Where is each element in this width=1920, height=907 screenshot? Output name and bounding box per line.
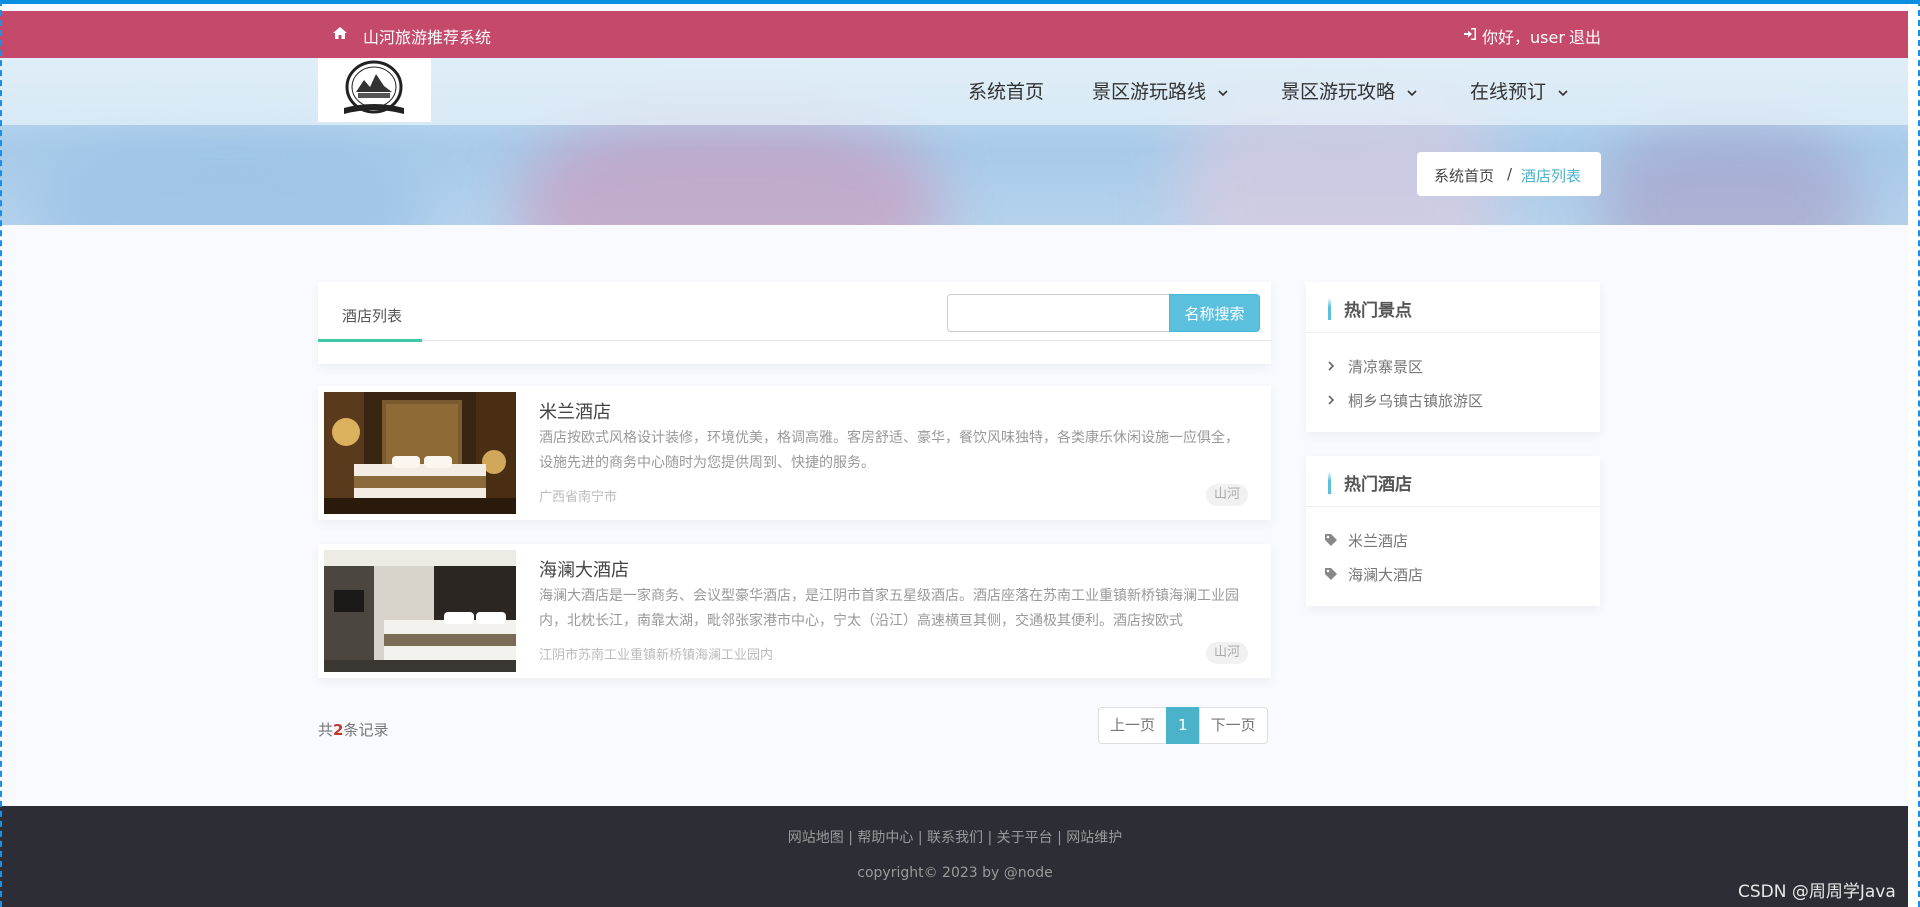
footer-link-maintenance[interactable]: 网站维护 <box>1066 830 1122 846</box>
footer-link-about[interactable]: 关于平台 <box>997 830 1053 846</box>
page-number-button[interactable]: 1 <box>1166 707 1200 744</box>
footer: 网站地图 | 帮助中心 | 联系我们 | 关于平台 | 网站维护 copyrig… <box>0 806 1910 907</box>
hotel-name[interactable]: 海澜大酒店 <box>539 556 629 582</box>
panel-title: 热门酒店 <box>1344 475 1412 495</box>
nav-item-label: 系统首页 <box>968 81 1045 103</box>
hot-spot-label: 清凉寨景区 <box>1348 358 1424 376</box>
footer-link-sitemap[interactable]: 网站地图 <box>788 830 844 846</box>
breadcrumb-home[interactable]: 系统首页 <box>1434 165 1494 186</box>
record-count-suffix: 条记录 <box>343 721 389 739</box>
chevron-down-icon <box>1218 89 1228 96</box>
footer-link-contact[interactable]: 联系我们 <box>927 830 983 846</box>
title-accent-bar <box>1328 298 1331 320</box>
nav-strip <box>0 58 1910 125</box>
hot-spot-label: 桐乡乌镇古镇旅游区 <box>1348 392 1484 410</box>
title-accent-bar <box>1328 472 1331 494</box>
hot-hotel-label: 海澜大酒店 <box>1348 566 1424 584</box>
nav-item-label: 在线预订 <box>1470 81 1547 103</box>
divider <box>1306 332 1600 333</box>
hotel-card[interactable]: 米兰酒店 酒店按欧式风格设计装修，环境优美，格调高雅。客房舒适、豪华，餐饮风味独… <box>318 386 1271 520</box>
breadcrumb-separator: / <box>1507 165 1513 183</box>
tab-label: 酒店列表 <box>342 307 403 325</box>
watermark-text: CSDN @周周学Java <box>1738 882 1896 902</box>
hotel-address: 江阴市苏南工业重镇新桥镇海澜工业园内 <box>539 648 774 663</box>
hotel-name[interactable]: 米兰酒店 <box>539 398 611 424</box>
footer-links: 网站地图 | 帮助中心 | 联系我们 | 关于平台 | 网站维护 <box>0 827 1910 847</box>
site-name[interactable]: 山河旅游推荐系统 <box>363 24 491 48</box>
hotel-address: 广西省南宁市 <box>539 490 618 505</box>
logo-seal-icon <box>344 60 404 114</box>
hot-hotel-label: 米兰酒店 <box>1348 532 1409 550</box>
home-icon[interactable] <box>332 25 348 41</box>
hotel-image[interactable] <box>324 550 516 672</box>
hot-spot-item[interactable]: 清凉寨景区 <box>1324 356 1423 377</box>
hot-hotel-item[interactable]: 米兰酒店 <box>1324 530 1408 551</box>
hot-hotel-item[interactable]: 海澜大酒店 <box>1324 564 1423 585</box>
divider <box>318 340 1271 341</box>
site-logo[interactable] <box>318 58 431 122</box>
user-greeting: 你好，user <box>1482 28 1565 47</box>
next-page-button[interactable]: 下一页 <box>1198 707 1268 744</box>
sign-in-icon <box>1464 28 1476 40</box>
prev-page-button[interactable]: 上一页 <box>1098 707 1168 744</box>
record-count: 共2条记录 <box>318 719 388 740</box>
nav-item-label: 景区游玩攻略 <box>1281 81 1396 103</box>
nav-item-booking[interactable]: 在线预订 <box>1470 77 1568 107</box>
hot-hotels-panel: 热门酒店 米兰酒店 海澜大酒店 <box>1306 456 1600 606</box>
nav-item-routes[interactable]: 景区游玩路线 <box>1092 77 1228 107</box>
tab-hotel-list[interactable]: 酒店列表 <box>318 282 422 342</box>
page-right-gutter <box>1908 0 1920 907</box>
pagination: 上一页 1 下一页 <box>1098 707 1268 744</box>
record-count-value: 2 <box>333 721 344 739</box>
hotel-card[interactable]: 海澜大酒店 海澜大酒店是一家商务、会议型豪华酒店，是江阴市首家五星级酒店。酒店座… <box>318 544 1271 678</box>
divider <box>1306 506 1600 507</box>
footer-separator: | <box>843 830 858 846</box>
hot-spots-panel: 热门景点 清凉寨景区 桐乡乌镇古镇旅游区 <box>1306 282 1600 432</box>
search-input[interactable] <box>947 294 1169 332</box>
hotel-image[interactable] <box>324 392 516 514</box>
hero-banner <box>0 58 1910 225</box>
chevron-right-icon <box>1328 361 1335 371</box>
nav-item-label: 景区游玩路线 <box>1092 81 1207 103</box>
hotel-description: 酒店按欧式风格设计装修，环境优美，格调高雅。客房舒适、豪华，餐饮风味独特，各类康… <box>539 430 1239 471</box>
search-button[interactable]: 名称搜索 <box>1169 294 1260 332</box>
footer-separator: | <box>913 830 927 846</box>
chevron-down-icon <box>1407 89 1417 96</box>
copyright-text: copyright© 2023 by @node <box>857 865 1053 881</box>
list-header: 酒店列表 名称搜索 <box>318 282 1271 364</box>
tag-icon <box>1325 534 1337 546</box>
breadcrumb: 系统首页 / 酒店列表 <box>1417 152 1601 196</box>
nav-item-home[interactable]: 系统首页 <box>968 77 1044 107</box>
footer-separator: | <box>983 830 997 846</box>
tab-active-indicator <box>318 339 422 342</box>
hot-spot-item[interactable]: 桐乡乌镇古镇旅游区 <box>1324 390 1483 411</box>
footer-separator: | <box>1052 830 1067 846</box>
footer-link-help[interactable]: 帮助中心 <box>857 830 913 846</box>
chevron-right-icon <box>1328 395 1335 405</box>
hotel-tag-badge: 山河 <box>1206 484 1249 506</box>
logout-link[interactable]: 退出 <box>1569 24 1601 48</box>
nav-item-guides[interactable]: 景区游玩攻略 <box>1281 77 1417 107</box>
chevron-down-icon <box>1558 89 1568 96</box>
breadcrumb-current: 酒店列表 <box>1521 167 1582 185</box>
hotel-description: 海澜大酒店是一家商务、会议型豪华酒店，是江阴市首家五星级酒店。酒店座落在苏南工业… <box>539 588 1239 629</box>
panel-title: 热门景点 <box>1344 301 1412 321</box>
top-bar: 山河旅游推荐系统 你好，user 退出 <box>0 11 1910 58</box>
hotel-tag-badge: 山河 <box>1206 642 1249 664</box>
record-count-prefix: 共 <box>318 721 334 739</box>
tag-icon <box>1325 568 1337 580</box>
